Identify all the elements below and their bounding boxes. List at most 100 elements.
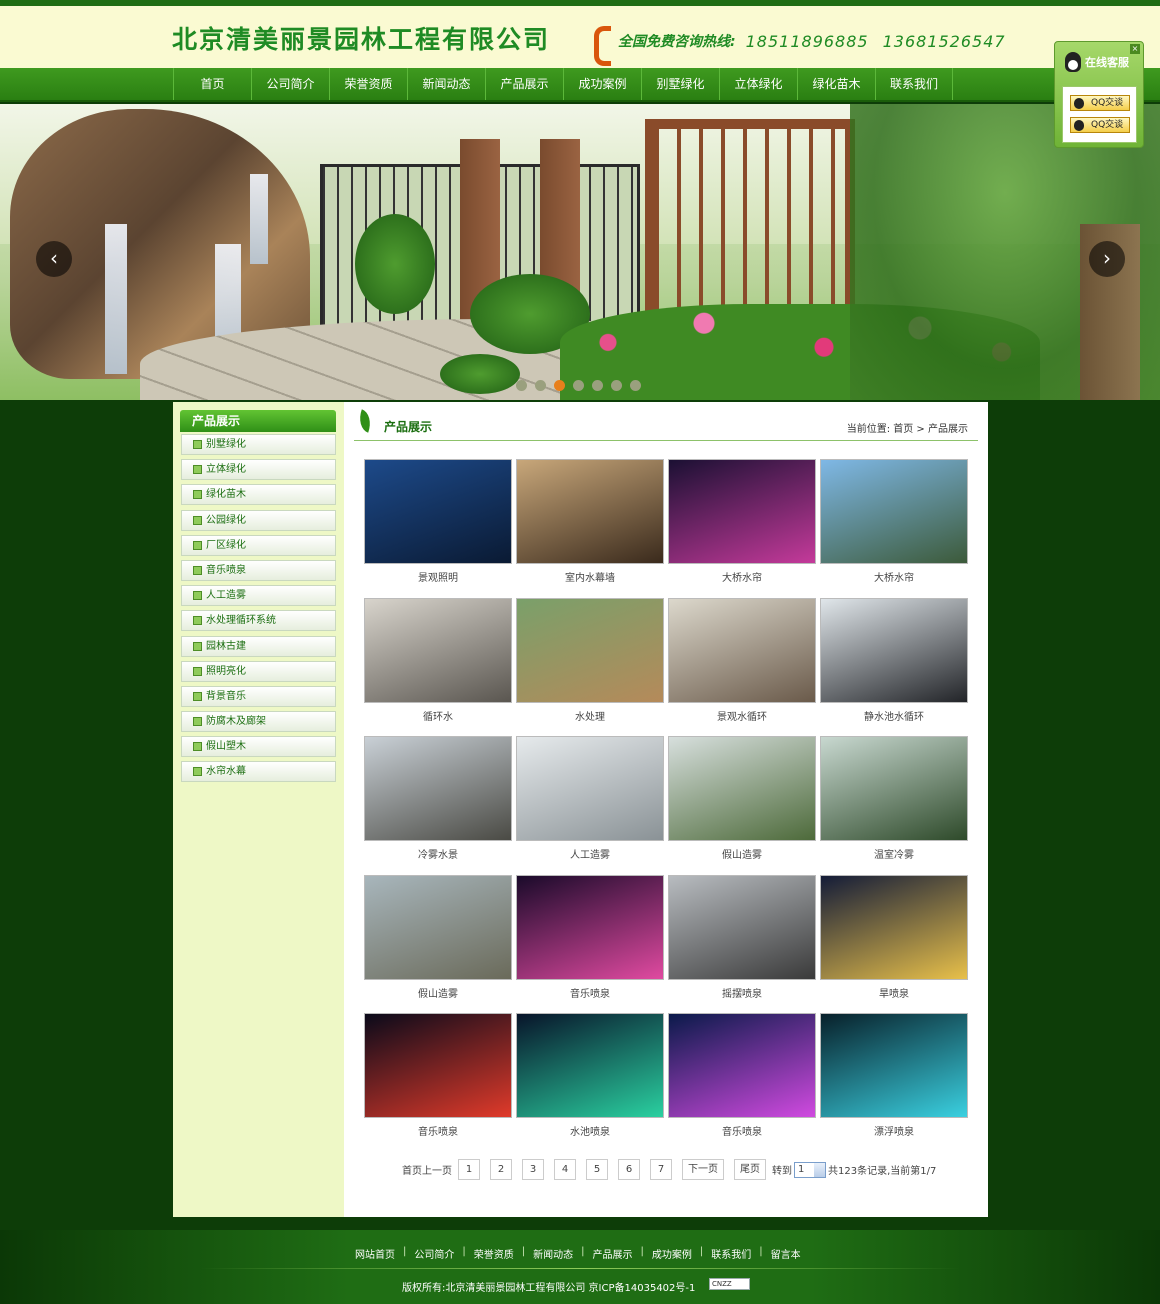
product-image[interactable] — [820, 459, 968, 564]
banner-dot[interactable] — [630, 380, 641, 391]
sidebar-item[interactable]: 假山塑木 — [181, 736, 336, 758]
product-caption[interactable]: 循环水 — [364, 708, 512, 723]
footer-link[interactable]: 留言本 — [771, 1246, 801, 1261]
footer-link[interactable]: 成功案例 — [652, 1246, 692, 1261]
pager-page-2[interactable]: 2 — [490, 1159, 512, 1180]
product-card[interactable]: 静水池水循环 — [820, 597, 968, 723]
footer-link[interactable]: 新闻动态 — [533, 1246, 573, 1261]
product-image[interactable] — [668, 597, 816, 703]
company-logo-text[interactable]: 北京清美丽景园林工程有限公司 — [172, 20, 550, 56]
product-card[interactable]: 大桥水帘 — [820, 459, 968, 584]
product-caption[interactable]: 旱喷泉 — [820, 985, 968, 1000]
sidebar-item[interactable]: 防腐木及廊架 — [181, 711, 336, 733]
banner-dot[interactable] — [535, 380, 546, 391]
nav-item[interactable]: 别墅绿化 — [641, 68, 719, 100]
product-image[interactable] — [820, 597, 968, 703]
product-card[interactable]: 音乐喷泉 — [516, 874, 664, 1000]
product-card[interactable]: 假山造雾 — [668, 736, 816, 861]
sidebar-item[interactable]: 背景音乐 — [181, 685, 336, 707]
product-image[interactable] — [820, 736, 968, 841]
banner-prev-button[interactable]: ‹ — [36, 241, 72, 277]
product-image[interactable] — [668, 736, 816, 841]
footer-link[interactable]: 网站首页 — [355, 1246, 395, 1261]
product-image[interactable] — [668, 874, 816, 980]
product-caption[interactable]: 水池喷泉 — [516, 1123, 664, 1138]
qq-chat-button-1[interactable]: QQ交谈 — [1070, 95, 1130, 111]
product-caption[interactable]: 人工造雾 — [516, 846, 664, 861]
product-caption[interactable]: 室内水幕墙 — [516, 569, 664, 584]
product-card[interactable]: 假山造雾 — [364, 874, 512, 1000]
cnzz-badge[interactable]: CNZZ — [709, 1278, 750, 1290]
product-caption[interactable]: 水处理 — [516, 708, 664, 723]
product-caption[interactable]: 音乐喷泉 — [668, 1123, 816, 1138]
nav-item[interactable]: 公司简介 — [251, 68, 329, 100]
product-image[interactable] — [820, 1013, 968, 1118]
product-image[interactable] — [516, 459, 664, 564]
product-caption[interactable]: 景观水循环 — [668, 708, 816, 723]
product-image[interactable] — [668, 459, 816, 564]
product-caption[interactable]: 音乐喷泉 — [516, 985, 664, 1000]
product-image[interactable] — [516, 736, 664, 841]
pager-page-1[interactable]: 1 — [458, 1159, 480, 1180]
product-caption[interactable]: 漂浮喷泉 — [820, 1123, 968, 1138]
product-card[interactable]: 循环水 — [364, 597, 512, 723]
product-caption[interactable]: 温室冷雾 — [820, 846, 968, 861]
sidebar-item[interactable]: 绿化苗木 — [181, 484, 336, 506]
qq-chat-button-2[interactable]: QQ交谈 — [1070, 117, 1130, 133]
nav-item[interactable]: 成功案例 — [563, 68, 641, 100]
product-card[interactable]: 音乐喷泉 — [668, 1013, 816, 1138]
product-card[interactable]: 温室冷雾 — [820, 736, 968, 861]
nav-item[interactable]: 产品展示 — [485, 68, 563, 100]
product-card[interactable]: 人工造雾 — [516, 736, 664, 861]
banner-dot[interactable] — [516, 380, 527, 391]
sidebar-item[interactable]: 厂区绿化 — [181, 534, 336, 556]
sidebar-item[interactable]: 音乐喷泉 — [181, 559, 336, 581]
nav-item[interactable]: 绿化苗木 — [797, 68, 875, 100]
product-image[interactable] — [516, 1013, 664, 1118]
product-image[interactable] — [364, 597, 512, 703]
banner-dot[interactable] — [573, 380, 584, 391]
product-caption[interactable]: 音乐喷泉 — [364, 1123, 512, 1138]
pager-page-4[interactable]: 4 — [554, 1159, 576, 1180]
banner-next-button[interactable]: › — [1089, 241, 1125, 277]
product-card[interactable]: 大桥水帘 — [668, 459, 816, 584]
product-caption[interactable]: 大桥水帘 — [668, 569, 816, 584]
pager-page-3[interactable]: 3 — [522, 1159, 544, 1180]
product-image[interactable] — [364, 736, 512, 841]
product-caption[interactable]: 摇摆喷泉 — [668, 985, 816, 1000]
product-image[interactable] — [364, 1013, 512, 1118]
pager-page-6[interactable]: 6 — [618, 1159, 640, 1180]
product-card[interactable]: 旱喷泉 — [820, 874, 968, 1000]
sidebar-item[interactable]: 园林古建 — [181, 635, 336, 657]
footer-link[interactable]: 产品展示 — [593, 1246, 633, 1261]
sidebar-item[interactable]: 水处理循环系统 — [181, 610, 336, 632]
sidebar-item[interactable]: 照明亮化 — [181, 660, 336, 682]
product-caption[interactable]: 假山造雾 — [668, 846, 816, 861]
footer-link[interactable]: 荣誉资质 — [474, 1246, 514, 1261]
product-card[interactable]: 景观水循环 — [668, 597, 816, 723]
pager-next[interactable]: 下一页 — [682, 1159, 724, 1180]
banner-dot[interactable] — [611, 380, 622, 391]
nav-item[interactable]: 联系我们 — [875, 68, 953, 100]
product-image[interactable] — [364, 874, 512, 980]
banner-dot[interactable] — [554, 380, 565, 391]
nav-item[interactable]: 荣誉资质 — [329, 68, 407, 100]
product-card[interactable]: 水池喷泉 — [516, 1013, 664, 1138]
sidebar-item[interactable]: 水帘水幕 — [181, 761, 336, 783]
pager-goto-select[interactable]: 1 — [794, 1161, 826, 1178]
product-image[interactable] — [516, 597, 664, 703]
product-card[interactable]: 音乐喷泉 — [364, 1013, 512, 1138]
product-image[interactable] — [668, 1013, 816, 1118]
product-caption[interactable]: 假山造雾 — [364, 985, 512, 1000]
product-card[interactable]: 漂浮喷泉 — [820, 1013, 968, 1138]
product-image[interactable] — [364, 459, 512, 564]
sidebar-item[interactable]: 人工造雾 — [181, 585, 336, 607]
qq-widget-close-button[interactable]: × — [1130, 44, 1140, 54]
product-card[interactable]: 冷雾水景 — [364, 736, 512, 861]
product-image[interactable] — [516, 874, 664, 980]
product-image[interactable] — [820, 874, 968, 980]
product-card[interactable]: 水处理 — [516, 597, 664, 723]
product-caption[interactable]: 大桥水帘 — [820, 569, 968, 584]
pager-first[interactable]: 首页 — [402, 1162, 422, 1177]
nav-item[interactable]: 立体绿化 — [719, 68, 797, 100]
